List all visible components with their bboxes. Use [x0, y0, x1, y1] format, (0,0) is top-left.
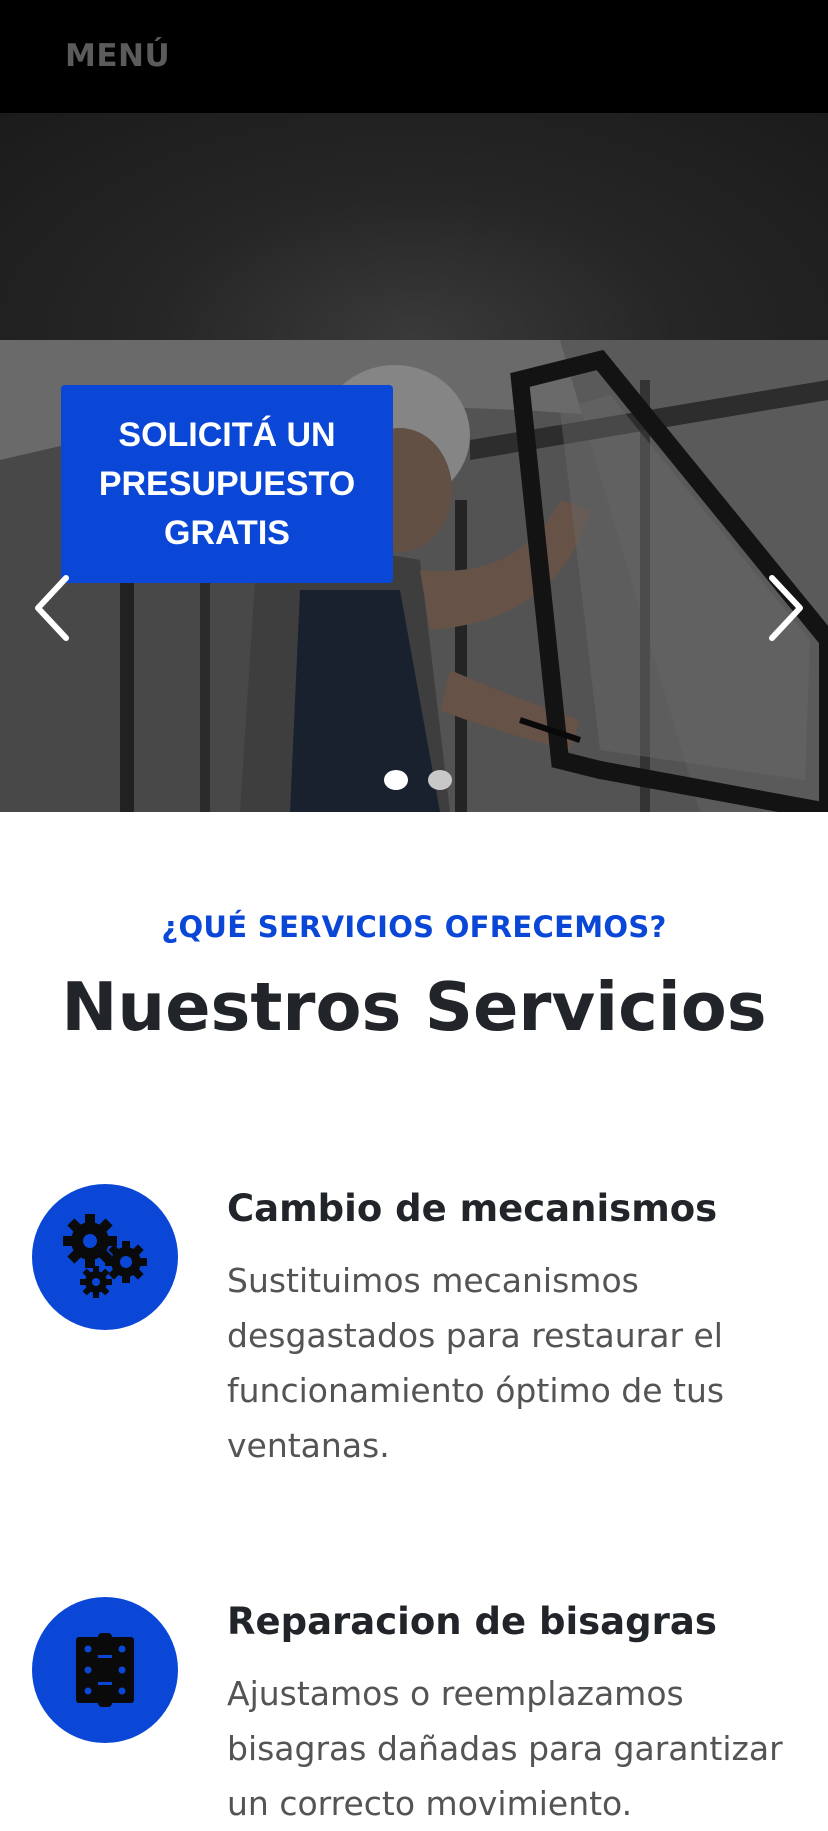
- request-quote-button[interactable]: SOLICITÁ UN PRESUPUESTO GRATIS: [61, 385, 393, 583]
- carousel-next-button[interactable]: [760, 572, 808, 644]
- carousel-indicator-2[interactable]: [428, 770, 452, 790]
- carousel-indicator-1[interactable]: [384, 770, 408, 790]
- chevron-right-icon: [769, 575, 803, 641]
- chevron-left-icon: [35, 575, 69, 641]
- services-title: Nuestros Servicios: [61, 968, 767, 1046]
- hero-backdrop: [0, 113, 828, 340]
- service-title: Cambio de mecanismos: [227, 1187, 718, 1230]
- gears-icon: [63, 1214, 147, 1298]
- service-icon-circle: [32, 1184, 178, 1330]
- service-icon-circle: [32, 1597, 178, 1743]
- service-description: Sustituimos mecanismos desgastados para …: [227, 1261, 725, 1465]
- top-navbar: MENÚ: [0, 0, 828, 113]
- carousel-prev-button[interactable]: [30, 572, 78, 644]
- services-kicker: ¿QUÉ SERVICIOS OFRECEMOS?: [161, 910, 667, 944]
- hinge-icon: [76, 1633, 134, 1707]
- menu-toggle-button[interactable]: MENÚ: [65, 38, 170, 74]
- service-title: Reparacion de bisagras: [227, 1600, 717, 1643]
- service-description: Ajustamos o reemplazamos bisagras dañada…: [227, 1674, 783, 1823]
